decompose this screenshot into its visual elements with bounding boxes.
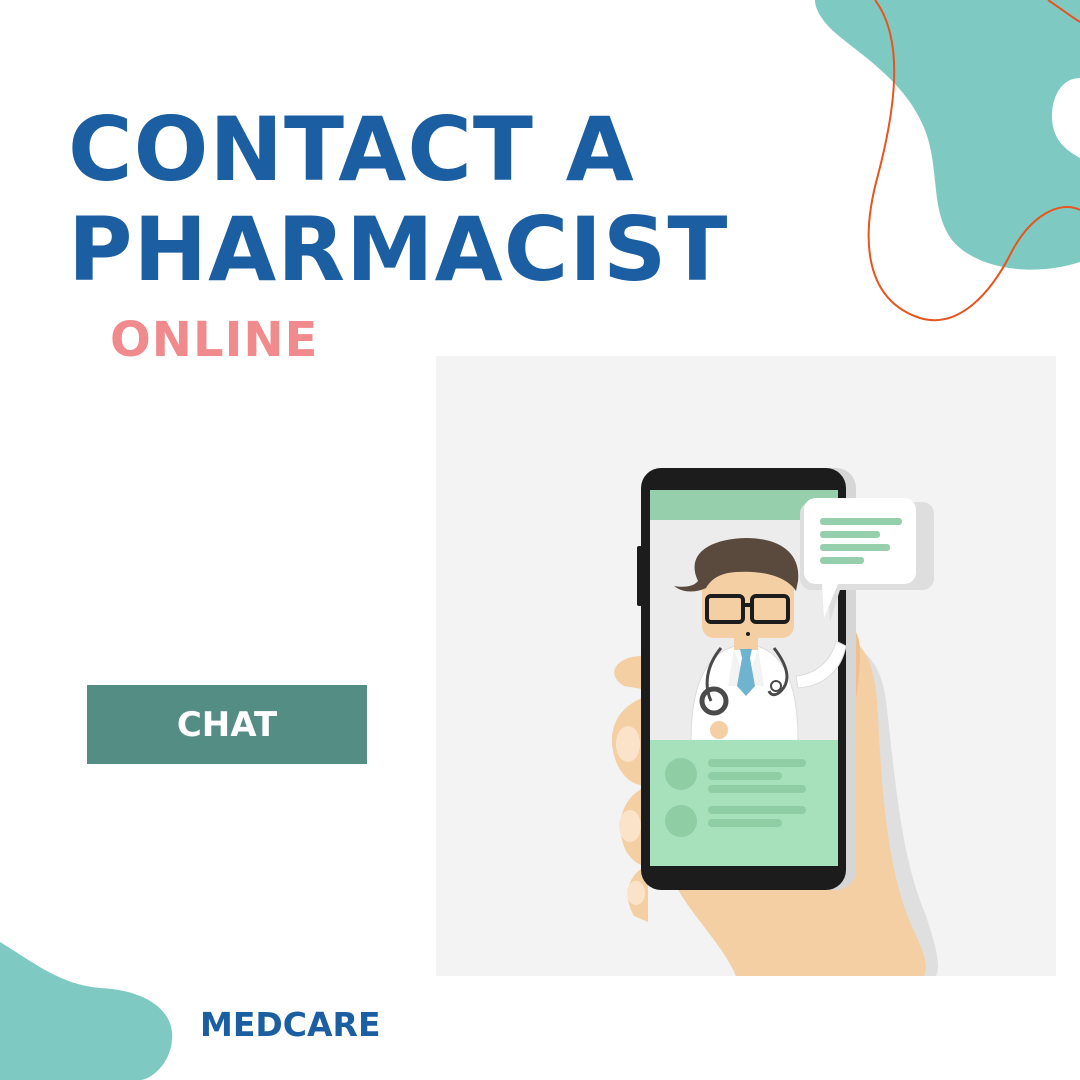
headline-line-1: CONTACT A (68, 98, 635, 201)
illustration-panel (436, 356, 1056, 976)
stethoscope-end (770, 680, 782, 692)
subheadline: ONLINE (110, 312, 319, 368)
page-headline: CONTACT A PHARMACIST (68, 100, 728, 300)
brand-name: MEDCARE (200, 1005, 381, 1044)
chat-line-2a (708, 806, 806, 814)
headline-line-2: PHARMACIST (68, 198, 729, 301)
finger-nail-2 (619, 810, 641, 842)
bubble-line-3 (820, 544, 890, 551)
phone-side-button (637, 546, 642, 606)
pharmacist-hand (710, 721, 728, 739)
pharmacist-phone-illustration (611, 468, 938, 976)
bubble-line-1 (820, 518, 902, 525)
bubble-line-4 (820, 557, 864, 564)
bubble-line-2 (820, 531, 880, 538)
chat-button[interactable]: CHAT (87, 685, 367, 764)
finger-nail-3 (627, 881, 645, 905)
chat-line-1a (708, 759, 806, 767)
orange-corner-line (1047, 0, 1080, 23)
chat-avatar-2 (665, 805, 697, 837)
pharmacist-mouth (746, 632, 750, 636)
chat-line-1b (708, 772, 782, 780)
bottom-left-teal-blob (0, 942, 173, 1080)
chat-avatar-1 (665, 758, 697, 790)
orange-curve-line (867, 0, 1080, 321)
chat-line-2b (708, 819, 782, 827)
top-right-teal-blob (815, 0, 1080, 270)
chat-line-1c (708, 785, 806, 793)
finger-nail-1 (616, 726, 640, 762)
